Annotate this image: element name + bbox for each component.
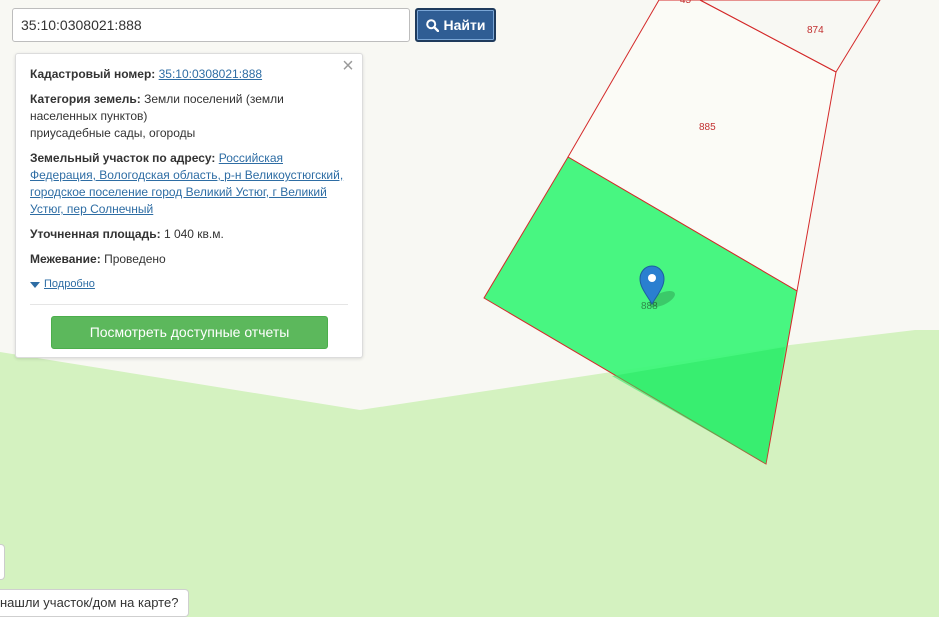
category-label: Категория земель: xyxy=(30,92,141,106)
cadastral-number-link[interactable]: 35:10:0308021:888 xyxy=(159,67,262,81)
search-button[interactable]: Найти xyxy=(415,8,496,42)
parcel-label-885: 885 xyxy=(699,122,716,133)
cadastral-search-input[interactable] xyxy=(12,8,410,42)
cadastral-label: Кадастровый номер: xyxy=(30,67,156,81)
address-row: Земельный участок по адресу: Российская … xyxy=(30,150,348,218)
panel-divider xyxy=(30,304,348,305)
survey-value: Проведено xyxy=(104,252,166,266)
cadastral-row: Кадастровый номер: 35:10:0308021:888 xyxy=(30,66,348,83)
area-label: Уточненная площадь: xyxy=(30,227,161,241)
parcel-label-874: 874 xyxy=(807,25,824,36)
area-value: 1 040 кв.м. xyxy=(163,227,224,241)
parcel-info-panel: × Кадастровый номер: 35:10:0308021:888 К… xyxy=(15,53,363,358)
side-control-stub[interactable] xyxy=(0,544,5,580)
category-subvalue: приусадебные сады, огороды xyxy=(30,126,196,140)
chevron-down-icon xyxy=(30,281,40,288)
search-button-label: Найти xyxy=(443,17,486,33)
help-not-found-link[interactable]: нашли участок/дом на карте? xyxy=(0,589,190,617)
search-icon xyxy=(425,18,439,32)
area-row: Уточненная площадь: 1 040 кв.м. xyxy=(30,226,348,243)
survey-row: Межевание: Проведено xyxy=(30,251,348,268)
details-toggle[interactable]: Подробно xyxy=(30,276,348,293)
close-icon[interactable]: × xyxy=(341,56,355,76)
address-label: Земельный участок по адресу: xyxy=(30,151,216,165)
survey-label: Межевание: xyxy=(30,252,101,266)
category-row: Категория земель: Земли поселений (земли… xyxy=(30,91,348,142)
view-reports-button[interactable]: Посмотреть доступные отчеты xyxy=(51,316,328,349)
parcel-label-top: 45 xyxy=(680,0,692,6)
details-link[interactable]: Подробно xyxy=(44,276,95,293)
